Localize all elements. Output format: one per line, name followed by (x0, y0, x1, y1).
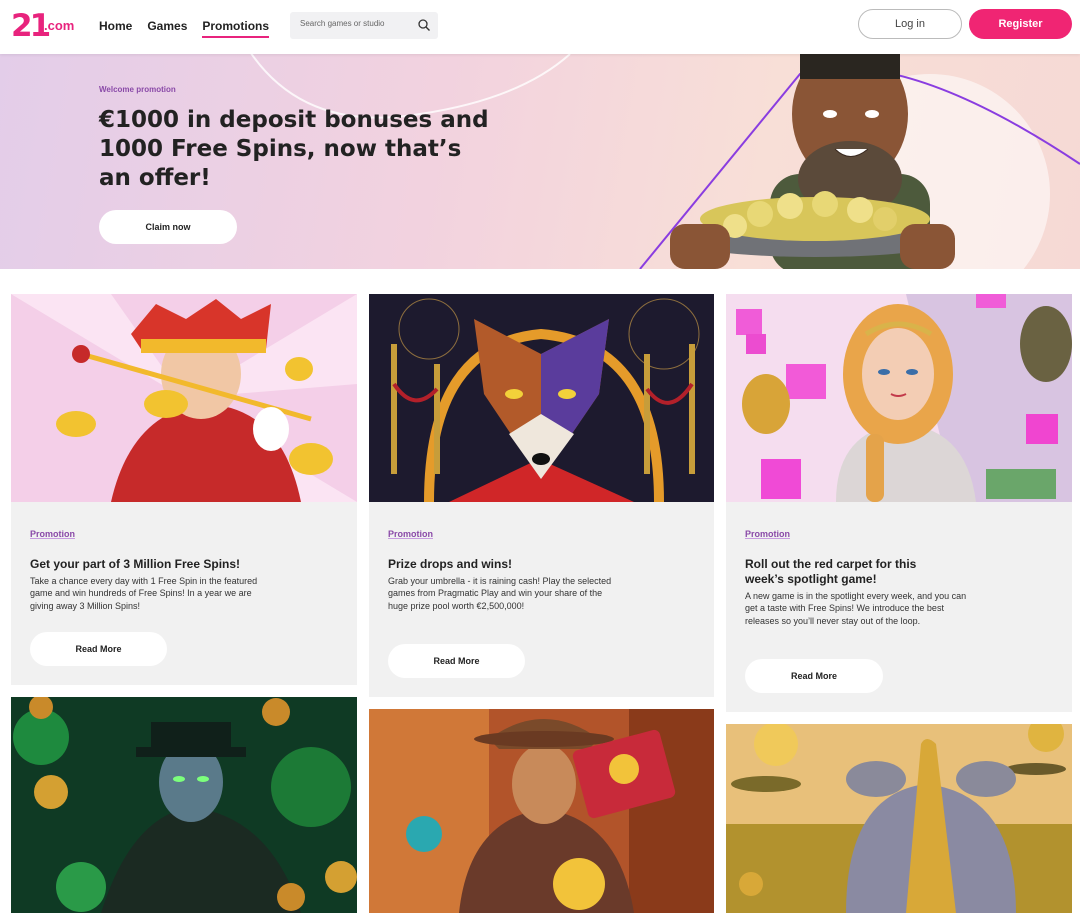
nav-games[interactable]: Games (147, 19, 187, 38)
search-icon[interactable] (417, 18, 431, 32)
login-button[interactable]: Log in (858, 9, 962, 39)
search-input[interactable] (300, 19, 410, 28)
promo-description: Grab your umbrella - it is raining cash!… (388, 576, 612, 611)
promo-title: Get your part of 3 Million Free Spins! (30, 557, 241, 571)
promo-card-image[interactable] (11, 697, 357, 913)
nav-promotions[interactable]: Promotions (202, 19, 270, 38)
read-more-button[interactable]: Read More (30, 632, 167, 666)
promo-card: Promotion Roll out the red carpet for th… (726, 294, 1072, 712)
promo-description: Take a chance every day with 1 Free Spin… (30, 576, 258, 611)
promo-card: Promotion Get your part of 3 Million Fre… (11, 294, 357, 685)
hero-title: €1000 in deposit bonuses and 1000 Free S… (99, 107, 489, 191)
promo-card-image[interactable] (726, 294, 1072, 502)
logo-mark: 21 (11, 8, 51, 44)
promo-tag[interactable]: Promotion (30, 529, 75, 539)
logo-suffix: .com (44, 18, 75, 33)
promo-card: Promotion Prize drops and wins! Grab you… (369, 294, 714, 697)
promo-card (726, 724, 1072, 913)
promo-title: Roll out the red carpet for this week’s … (745, 557, 917, 586)
site-header: 21 .com Home Games Promotions Log in Reg… (0, 0, 1080, 54)
hero-banner: Welcome promotion €1000 in deposit bonus… (0, 54, 1080, 269)
promo-tag[interactable]: Promotion (388, 529, 433, 539)
promo-card-image[interactable] (11, 294, 357, 502)
search-box (290, 12, 438, 39)
hero-tag: Welcome promotion (99, 85, 176, 94)
promo-card (11, 697, 357, 913)
promo-card-image[interactable] (369, 709, 714, 913)
promo-card (369, 709, 714, 913)
promo-tag[interactable]: Promotion (745, 529, 790, 539)
promo-card-image[interactable] (369, 294, 714, 502)
promo-title: Prize drops and wins! (388, 557, 513, 571)
read-more-button[interactable]: Read More (745, 659, 883, 693)
promo-description: A new game is in the spotlight every wee… (745, 591, 967, 626)
nav-home[interactable]: Home (99, 19, 132, 38)
claim-now-button[interactable]: Claim now (99, 210, 237, 244)
promo-card-image[interactable] (726, 724, 1072, 913)
main-nav: Home Games Promotions (99, 19, 270, 38)
site-logo[interactable]: 21 .com (11, 8, 77, 44)
register-button[interactable]: Register (969, 9, 1072, 39)
read-more-button[interactable]: Read More (388, 644, 525, 678)
